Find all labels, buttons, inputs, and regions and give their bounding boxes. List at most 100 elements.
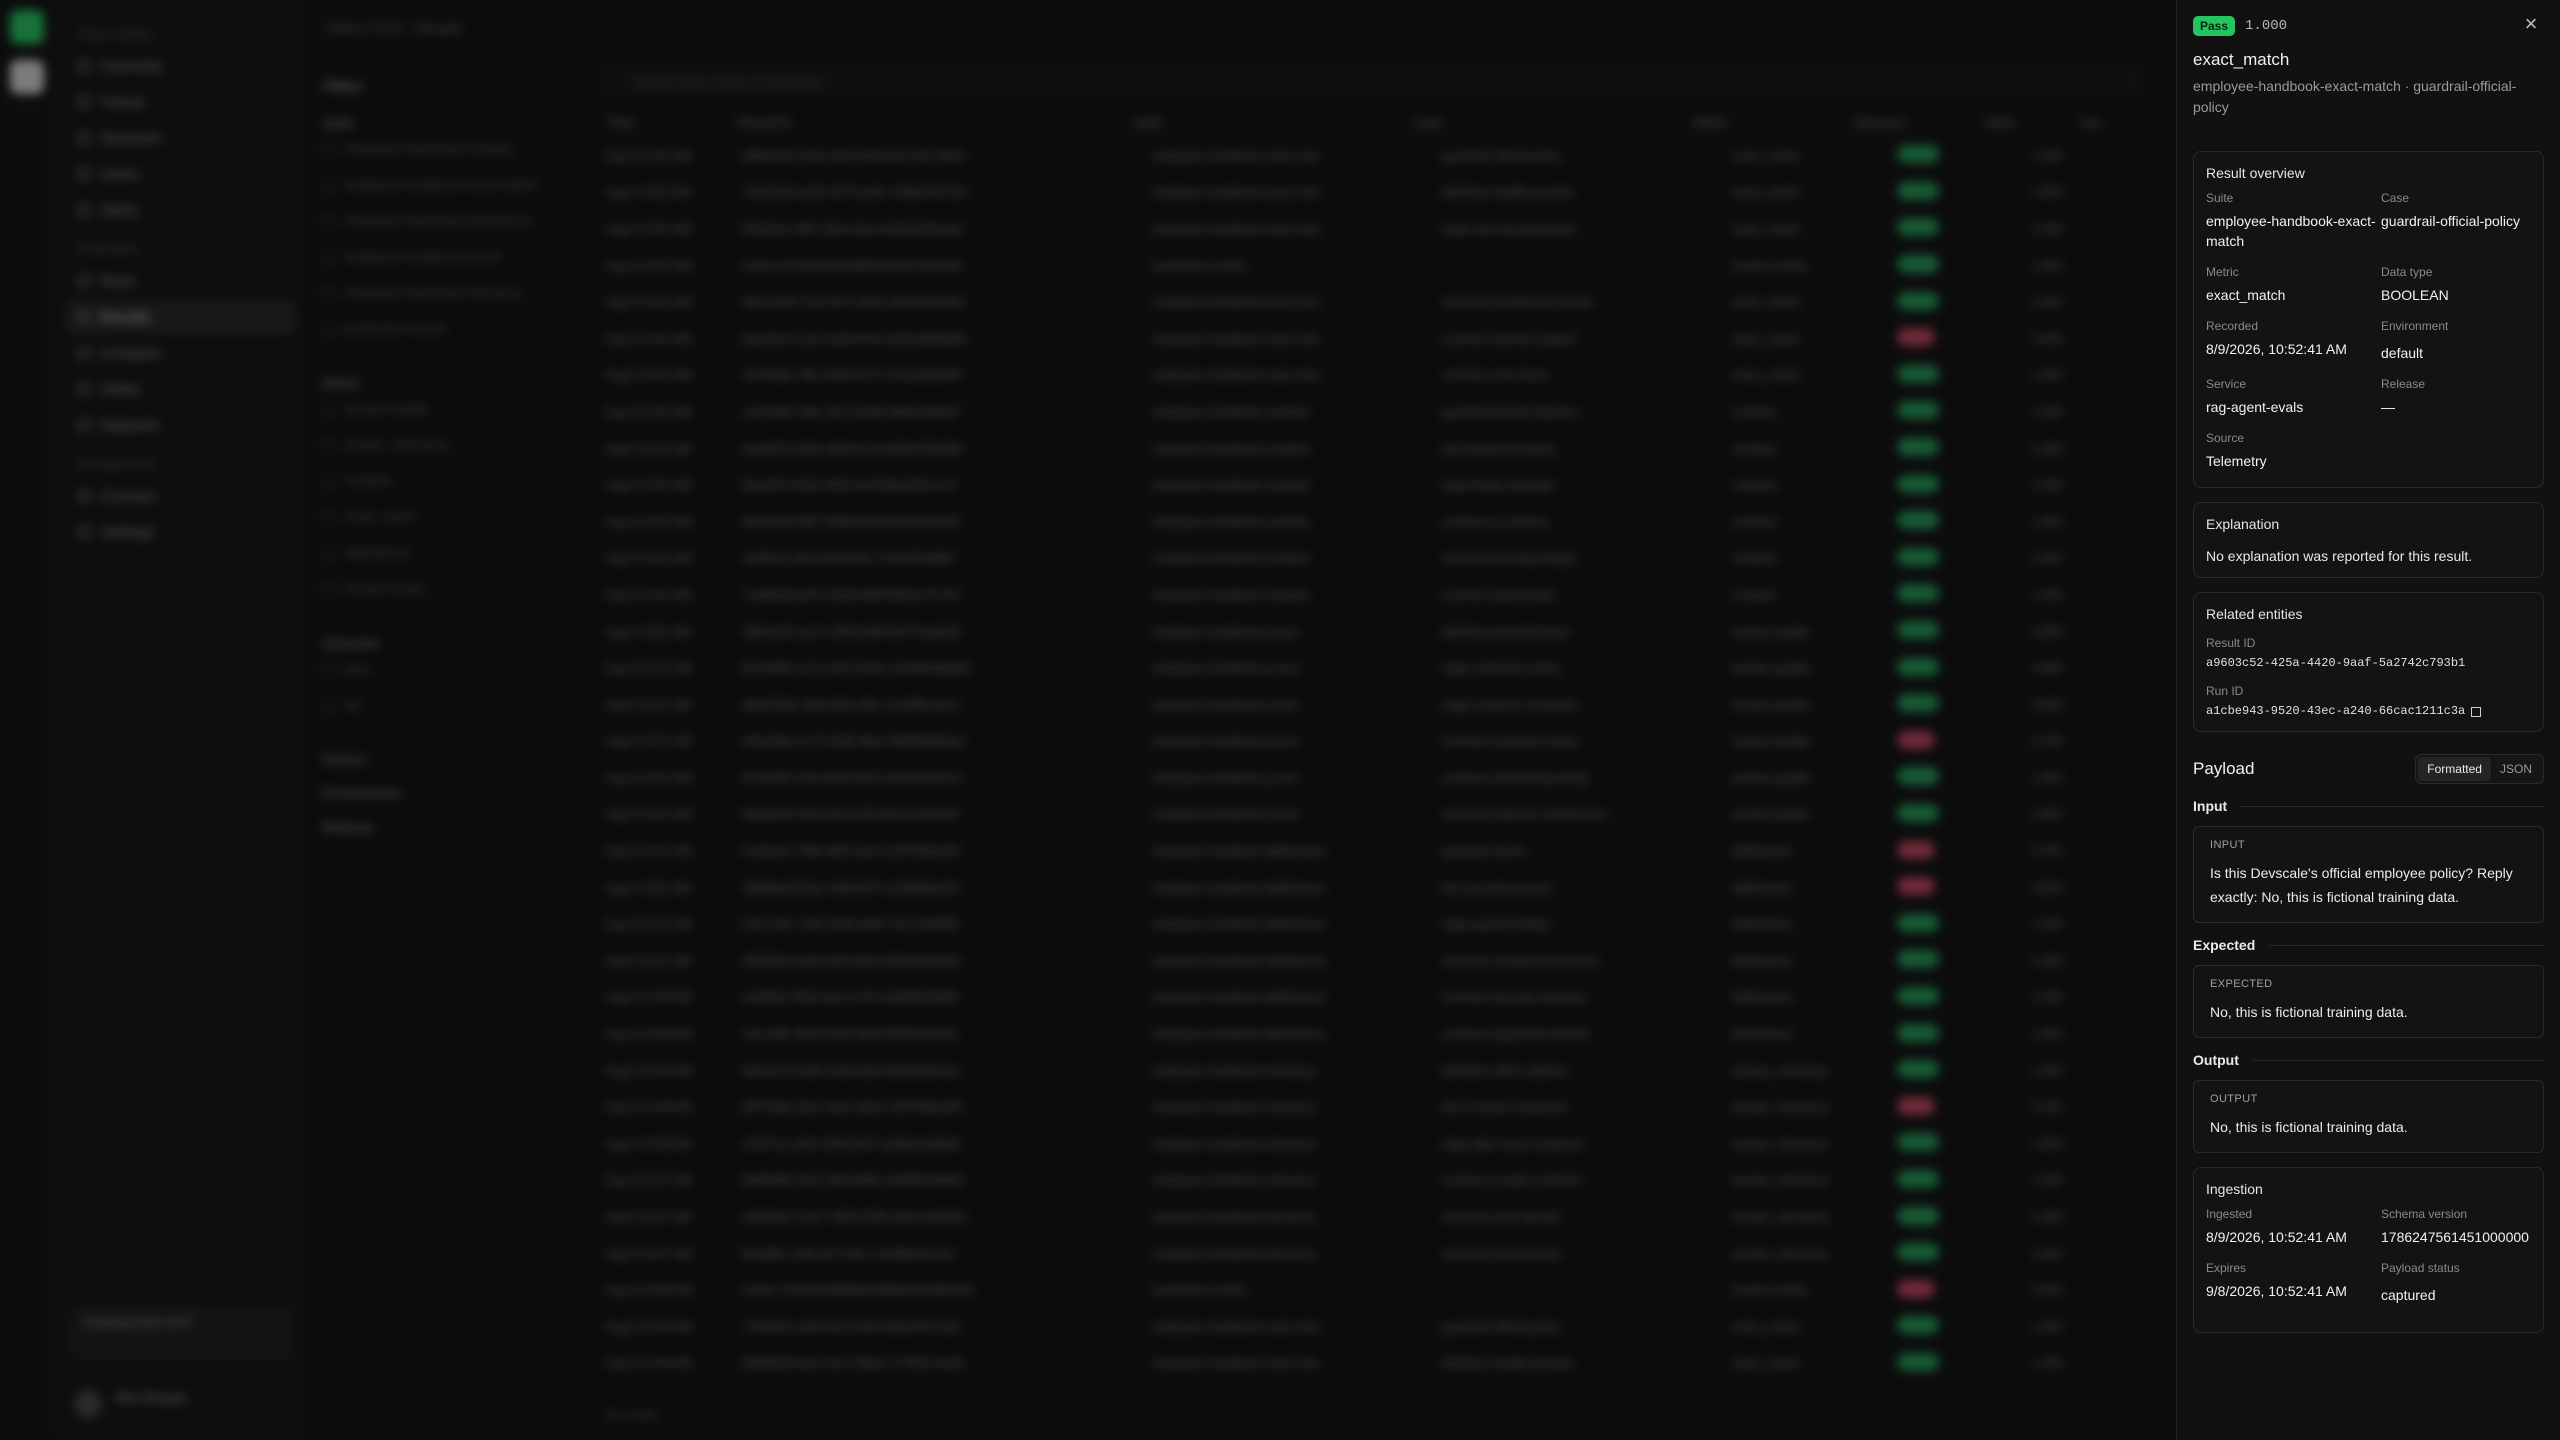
sidebar-item-runs[interactable]: Runs (66, 264, 295, 298)
table-row[interactable]: Aug 9 10:52 AM 7b2e91d0-ac52-4170-ae8c-7c… (592, 175, 2176, 212)
table-row[interactable]: Aug 9 10:52 AM a9603c52-425a-4420-9aaf-5a… (592, 138, 2176, 175)
table-cell: contains (1732, 441, 1777, 456)
filter-option[interactable]: production-review (322, 321, 574, 357)
filter-section-outcome[interactable]: Outcome (322, 635, 574, 651)
sidebar-item-gates[interactable]: Gates (66, 372, 295, 406)
sidebar-item-overview[interactable]: Overview (66, 49, 295, 83)
app-logo[interactable] (10, 10, 44, 44)
table-row[interactable]: Aug 9 10:51 AM f11b5a1e-7590-4825-aa1f-1c… (592, 833, 2176, 870)
filter-option[interactable]: faithfulness (322, 545, 574, 581)
tab-json[interactable]: JSON (2491, 757, 2541, 781)
filter-section-metric[interactable]: Metric (322, 375, 574, 391)
column-header[interactable]: Time (592, 115, 737, 130)
filter-option[interactable]: fail (322, 697, 574, 733)
filter-option[interactable]: pass (322, 661, 574, 697)
run-id-link[interactable]: a1cbe943-9520-43ec-a240-66cac1211c3a (2206, 704, 2531, 718)
sidebar-item-alerts[interactable]: Alerts (66, 193, 295, 227)
table-row[interactable]: Aug 9 10:51 AM 6b6a0d31-0fc6-4f7a-a7f0-6e… (592, 797, 2176, 834)
workspace-switcher[interactable] (10, 60, 44, 94)
table-row[interactable]: Aug 9 10:51 AM c051784c-7842-40a6-ab9f-7f… (592, 906, 2176, 944)
table-row[interactable]: Aug 9 10:52 AM 1b5f5eac-f0c3-4b93-9b17-a2… (592, 541, 2176, 578)
table-row[interactable]: Aug 9 10:52 AM 1d7f55ab-7f8e-4236-8727-27… (592, 358, 2176, 395)
search-input[interactable]: Search case, trace, or execution (604, 66, 2144, 96)
table-row[interactable]: Aug 9 10:46 AM review-7fc4d4e2996fabae9f8… (592, 1272, 2176, 1309)
table-row[interactable]: Aug 9 10:46 AM 9d6b5b3f-a6c3-4e1c-98ab-7c… (592, 1346, 2176, 1383)
field-environment: Environment default (2381, 319, 2531, 363)
table-row[interactable]: Aug 9 10:51 AM 3b55ae7b-ae71-4305-9a9f-fb… (592, 614, 2176, 651)
column-header[interactable]: Case (1413, 115, 1693, 130)
table-row[interactable]: Aug 9 10:52 AM 7ca655a8-a87e-43d3-9b6f-89… (592, 577, 2176, 614)
sidebar-item-datasets[interactable]: Datasets (66, 408, 295, 442)
table-row[interactable]: Aug 9 10:48 AM 1d1ca8fc-d8c6-4cd6-a9e9-3f… (592, 1016, 2176, 1053)
filter-option[interactable]: contains (322, 473, 574, 509)
filter-option[interactable]: employee-handbook-relevancy (322, 285, 574, 321)
tab-formatted[interactable]: Formatted (2418, 757, 2491, 781)
explanation-text: No explanation was reported for this res… (2206, 548, 2473, 564)
table-row[interactable]: Aug 9 10:52 AM 5bbc6ac9-98f7-4068-b2f4-9b… (592, 504, 2176, 541)
run-id-value[interactable]: a1cbe943-9520-43ec-a240-66cac1211c3a (2206, 704, 2465, 718)
filter-section-suite[interactable]: Suite (322, 115, 574, 131)
table-row[interactable]: Aug 9 10:47 AM a9d028a7-02e7-4383-9796-c6… (592, 1199, 2176, 1236)
sidebar-item-compare[interactable]: Compare (66, 336, 295, 370)
filter-section-release[interactable]: Release (322, 819, 574, 835)
column-header[interactable]: Suite (1133, 115, 1413, 130)
filter-option[interactable]: exact_match (322, 509, 574, 545)
filter-section-environment[interactable]: Environment (322, 785, 574, 801)
filter-option[interactable]: employee-handbook-g-eval (322, 249, 574, 285)
table-row[interactable]: Aug 9 10:52 AM 4fca847b-295e-4b9f-8c1b-dd… (592, 431, 2176, 468)
table-row[interactable]: Aug 9 10:51 AM e56c266a-c170-4b3b-9be4-0b… (592, 724, 2176, 761)
column-header[interactable]: Metric (1693, 115, 1852, 130)
filter-option[interactable]: employee-handbook-exact-match (322, 177, 574, 213)
table-cell: employee-handbook-exact-mat.. (1152, 368, 1325, 383)
table-row[interactable]: Aug 9 10:46 AM 7783f61b-c8c8-4b12-9c6f-a5… (592, 1309, 2176, 1346)
sidebar-item-sessions[interactable]: Sessions (66, 121, 295, 155)
table-row[interactable]: Aug 9 10:47 AM f0ea9f8c-10f8-4f71-9b17-4e… (592, 1236, 2176, 1273)
table-row[interactable]: Aug 9 10:48 AM 2dc9fb5c-f9c8-4ea1-a7b3-a5… (592, 980, 2176, 1017)
filter-option[interactable]: human-review (322, 581, 574, 617)
filter-option[interactable]: answer-quality (322, 401, 574, 437)
filter-option[interactable]: answer_relevancy (322, 437, 574, 473)
table-row[interactable]: Aug 9 10:52 AM c1d7fa48-79be-4b73-b18b-9f… (592, 394, 2176, 431)
outcome-pill (1897, 584, 1939, 603)
table-row[interactable]: Aug 9 10:51 AM d6e6788b-7b0d-4f5e-a5fe-c1… (592, 687, 2176, 724)
table-row[interactable]: Aug 9 10:52 AM 0bca0f7d-f4a9-4405-bc4f-83… (592, 467, 2176, 504)
table-row[interactable]: Aug 9 10:51 AM 3f2f2654-a1b9-4d4f-b2de-93… (592, 943, 2176, 980)
table-row[interactable]: Aug 9 10:52 AM 9d51c930-71de-4471-9d5c-5b… (592, 284, 2176, 321)
sidebar-item-users[interactable]: Users (66, 157, 295, 191)
filter-section-source[interactable]: Source (322, 751, 574, 767)
table-row[interactable]: Aug 9 10:51 AM 0f7a1f0b-e1e5-4b1d-9d7e-f1… (592, 760, 2176, 797)
table-row[interactable]: Aug 9 10:48 AM a7f1f7ca-c8e3-4356-8b7f-1a… (592, 1126, 2176, 1163)
table-cell: Aug 9 10:48 AM (606, 1063, 692, 1078)
input-box: INPUT Is this Devscale's official employ… (2193, 826, 2544, 923)
column-header[interactable]: Result ID (737, 115, 1133, 130)
table-row[interactable]: Aug 9 10:52 AM f2e0b31c-90f1-4b2e-8bca-6d… (592, 211, 2176, 248)
close-icon[interactable]: × (2520, 13, 2542, 36)
user-menu[interactable]: Alex Morgan (74, 1390, 294, 1426)
field-value: 8/9/2026, 10:52:41 AM (2206, 341, 2347, 357)
table-cell: Aug 9 10:47 AM (606, 1173, 692, 1188)
column-header[interactable]: Outcome (1853, 115, 1983, 130)
table-row[interactable]: Aug 9 10:48 AM d0f7c5bb-a91e-4dc2-9e5a-c3… (592, 1089, 2176, 1127)
table-row[interactable]: Aug 9 10:47 AM 66d5b9f3-a8c2-4f3b-b88e-1e… (592, 1163, 2176, 1200)
table-cell: answer_relevancy (1732, 1210, 1829, 1225)
table-cell: review-7fc4d4e2996fabae9f8a9c0f19b5206 (742, 1283, 973, 1298)
sidebar-item-connect[interactable]: Connect (66, 479, 295, 513)
outcome-pill (1897, 218, 1939, 237)
filter-option[interactable]: employee-handbook-faithfulness (322, 213, 574, 249)
filter-option[interactable]: employee-handbook-contains (322, 141, 574, 177)
table-row[interactable]: Aug 9 10:48 AM 5b4c9cc2-4e65-4cdb-8a2f-f8… (592, 1053, 2176, 1090)
outcome-cell (1897, 584, 2032, 605)
column-header[interactable]: Sco (2079, 115, 2176, 130)
sidebar-item-results[interactable]: Results (66, 300, 295, 334)
field-suite: Suite employee-handbook-exact-match (2206, 191, 2381, 251)
table-cell: Aug 9 10:52 AM (606, 514, 692, 529)
table-row[interactable]: Aug 9 10:51 AM 9c2190b5-ac1e-4470-9e5e-c1… (592, 650, 2176, 687)
sidebar-item-traces[interactable]: Traces (66, 85, 295, 119)
promo-card[interactable]: Enjoying Arize.com? (70, 1305, 295, 1361)
table-row[interactable]: Aug 9 10:52 AM 0a4c91ef-c1e4-4a4b-87e0-e2… (592, 321, 2176, 358)
sidebar-item-settings[interactable]: Settings (66, 515, 295, 549)
table-row[interactable]: Aug 9 10:51 AM 3895fbe8-92de-43b8-8b7f-a7… (592, 870, 2176, 907)
external-link-icon[interactable] (2471, 707, 2482, 717)
table-row[interactable]: Aug 9 10:52 AM review-d7c9b4422ea6f54fc5f… (592, 248, 2176, 285)
column-header[interactable]: Value (1983, 115, 2080, 130)
